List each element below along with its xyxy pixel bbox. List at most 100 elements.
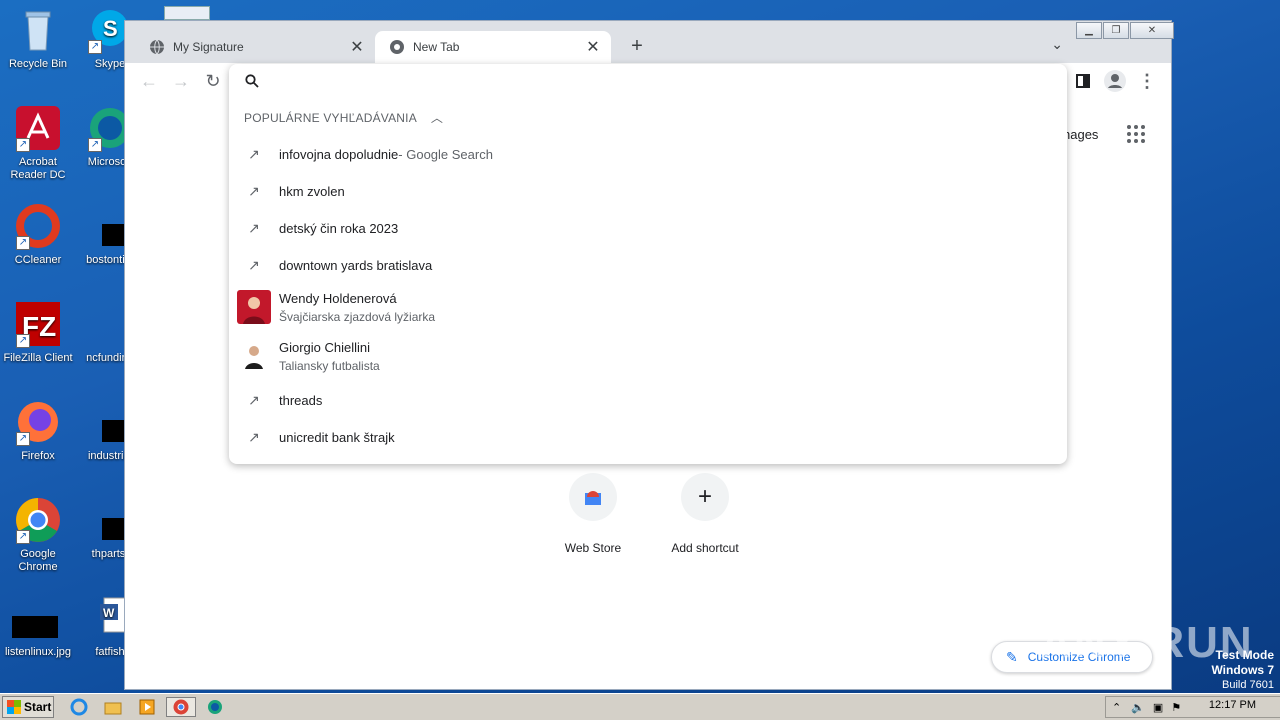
profile-avatar-icon[interactable] [1103, 69, 1127, 93]
desktop-icon-recycle-bin[interactable]: Recycle Bin [0, 6, 76, 71]
ccleaner-icon: ↗ [14, 202, 62, 250]
side-panel-icon[interactable] [1071, 69, 1095, 93]
google-apps-icon[interactable] [1127, 125, 1145, 143]
suggestion-text-group: Wendy Holdenerová Švajčiarska zjazdová l… [279, 291, 435, 324]
window-controls: ▁ ❐ ✕ [1075, 22, 1174, 40]
network-icon[interactable]: ▣ [1153, 701, 1163, 714]
tab-title: My Signature [173, 40, 244, 54]
omnibox-input[interactable] [273, 73, 1033, 89]
suggestion-item[interactable]: ↗ downtown yards bratislava [229, 255, 1067, 275]
trending-icon: ↗ [248, 219, 260, 236]
svg-text:W: W [103, 606, 115, 620]
suggestion-text: Wendy Holdenerová [279, 290, 397, 306]
edge-taskbar-icon[interactable] [204, 697, 226, 717]
desktop-icon-acrobat[interactable]: ↗ Acrobat Reader DC [0, 104, 76, 182]
shortcut-arrow-icon: ↗ [16, 432, 30, 446]
close-window-button[interactable]: ✕ [1130, 22, 1174, 39]
minimize-button[interactable]: ▁ [1076, 22, 1102, 39]
start-button[interactable]: Start [2, 696, 54, 718]
suggestion-subtitle: Taliansky futbalista [279, 358, 380, 373]
desktop-icon-label: listenlinux.jpg [4, 646, 72, 658]
desktop-icon-label: Firefox [21, 450, 55, 462]
images-link[interactable]: nages [1063, 127, 1098, 142]
suggestion-suffix: - Google Search [398, 146, 493, 162]
desktop-icon-label: Skype [94, 58, 126, 70]
shortcut-arrow-icon: ↗ [88, 40, 102, 54]
desktop-icon-label: FileZilla Client [3, 352, 73, 364]
tab-my-signature[interactable]: My Signature ✕ [135, 31, 375, 63]
omnibox-dropdown: POPULÁRNE VYHĽADÁVANIA ︿ ↗ infovojna dop… [229, 64, 1067, 464]
suggestion-item[interactable]: ↗ infovojna dopoludnie - Google Search [229, 144, 1067, 164]
suggestion-item-entity[interactable]: Giorgio Chiellini Taliansky futbalista [229, 339, 1067, 373]
desktop-icon-listenlinux[interactable]: listenlinux.jpg [0, 594, 76, 659]
person-thumbnail-icon [237, 290, 271, 324]
desktop-icon-ccleaner[interactable]: ↗ CCleaner [0, 202, 76, 267]
menu-kebab-icon[interactable]: ⋮ [1135, 69, 1159, 93]
media-player-icon[interactable] [136, 697, 158, 717]
suggestion-item[interactable]: ↗ detský čin roka 2023 [229, 218, 1067, 238]
suggestion-text-group: Giorgio Chiellini Taliansky futbalista [279, 340, 380, 373]
suggestion-item[interactable]: ↗ unicredit bank štrajk [229, 427, 1067, 447]
tab-new-tab[interactable]: New Tab ✕ [375, 31, 611, 63]
internet-explorer-icon[interactable] [68, 697, 90, 717]
action-center-flag-icon[interactable]: ⚑ [1171, 701, 1181, 714]
suggestion-item[interactable]: ↗ hkm zvolen [229, 181, 1067, 201]
desktop-icon-label: fatfish [95, 646, 125, 658]
volume-icon[interactable]: 🔈 [1131, 701, 1145, 714]
maximize-button[interactable]: ❐ [1103, 22, 1129, 39]
search-icon [245, 74, 259, 88]
shortcut-add[interactable]: + Add shortcut [655, 473, 755, 555]
desktop-icon-filezilla[interactable]: FZ ↗ FileZilla Client [0, 300, 76, 365]
suggestion-text: threads [279, 392, 323, 408]
suggestion-item[interactable]: ↗ threads [229, 390, 1067, 410]
suggestion-subtitle: Švajčiarska zjazdová lyžiarka [279, 309, 436, 324]
desktop-icon-label: CCleaner [14, 254, 62, 266]
shortcut-arrow-icon: ↗ [16, 530, 30, 544]
build-line: Build 7601 [1222, 679, 1274, 691]
new-tab-button[interactable]: + [625, 35, 649, 58]
web-store-icon [569, 473, 617, 521]
file-explorer-icon[interactable] [102, 697, 124, 717]
chrome-favicon-icon [390, 40, 404, 54]
suggestion-text: unicredit bank štrajk [279, 429, 395, 445]
tab-strip: My Signature ✕ New Tab ✕ + ⌄ ▁ ❐ ✕ [125, 21, 1174, 63]
pencil-icon: ✎ [1006, 648, 1018, 665]
redacted-image-icon [12, 594, 62, 642]
forward-button[interactable]: → [169, 69, 193, 93]
desktop-icon-label: Google Chrome [18, 548, 58, 573]
trending-searches-header[interactable]: POPULÁRNE VYHĽADÁVANIA ︿ [244, 109, 443, 126]
show-hidden-icons-icon[interactable]: ⌃ [1112, 701, 1121, 714]
desktop-icon-label: Recycle Bin [8, 58, 68, 70]
trending-header-label: POPULÁRNE VYHĽADÁVANIA [244, 110, 417, 125]
chrome-icon [173, 699, 189, 715]
trending-icon: ↗ [248, 428, 260, 445]
close-tab-icon[interactable]: ✕ [583, 37, 603, 57]
suggestion-item-entity[interactable]: Wendy Holdenerová Švajčiarska zjazdová l… [229, 290, 1067, 324]
start-label: Start [24, 700, 52, 714]
desktop-icon-firefox[interactable]: ↗ Firefox [0, 398, 76, 463]
trending-icon: ↗ [248, 391, 260, 408]
suggestion-text: detský čin roka 2023 [279, 220, 399, 236]
taskbar: Start ⌃ 🔈 ▣ ⚑ 12:17 PM [0, 693, 1280, 720]
firefox-icon: ↗ [14, 398, 62, 446]
suggestion-text: downtown yards bratislava [279, 257, 433, 273]
shortcut-arrow-icon: ↗ [16, 334, 30, 348]
desktop-icon-chrome[interactable]: ↗ Google Chrome [0, 496, 76, 574]
document-icon [164, 6, 210, 20]
taskbar-chrome-button[interactable] [166, 697, 196, 717]
person-thumbnail-icon [237, 339, 271, 373]
omnibox[interactable] [229, 64, 1067, 98]
clock[interactable]: 12:17 PM [1209, 699, 1256, 711]
reload-button[interactable]: ↻ [201, 69, 225, 93]
close-tab-icon[interactable]: ✕ [347, 37, 367, 57]
filezilla-icon: FZ ↗ [14, 300, 62, 348]
tab-search-chevron-icon[interactable]: ⌄ [1051, 36, 1063, 53]
windows-flag-icon [7, 700, 21, 714]
recycle-bin-icon [14, 6, 62, 54]
shortcut-label: Add shortcut [671, 541, 739, 555]
chrome-icon: ↗ [14, 496, 62, 544]
chevron-up-icon[interactable]: ︿ [431, 109, 443, 126]
shortcut-web-store[interactable]: Web Store [543, 473, 643, 555]
globe-icon [150, 39, 164, 55]
back-button[interactable]: ← [137, 69, 161, 93]
